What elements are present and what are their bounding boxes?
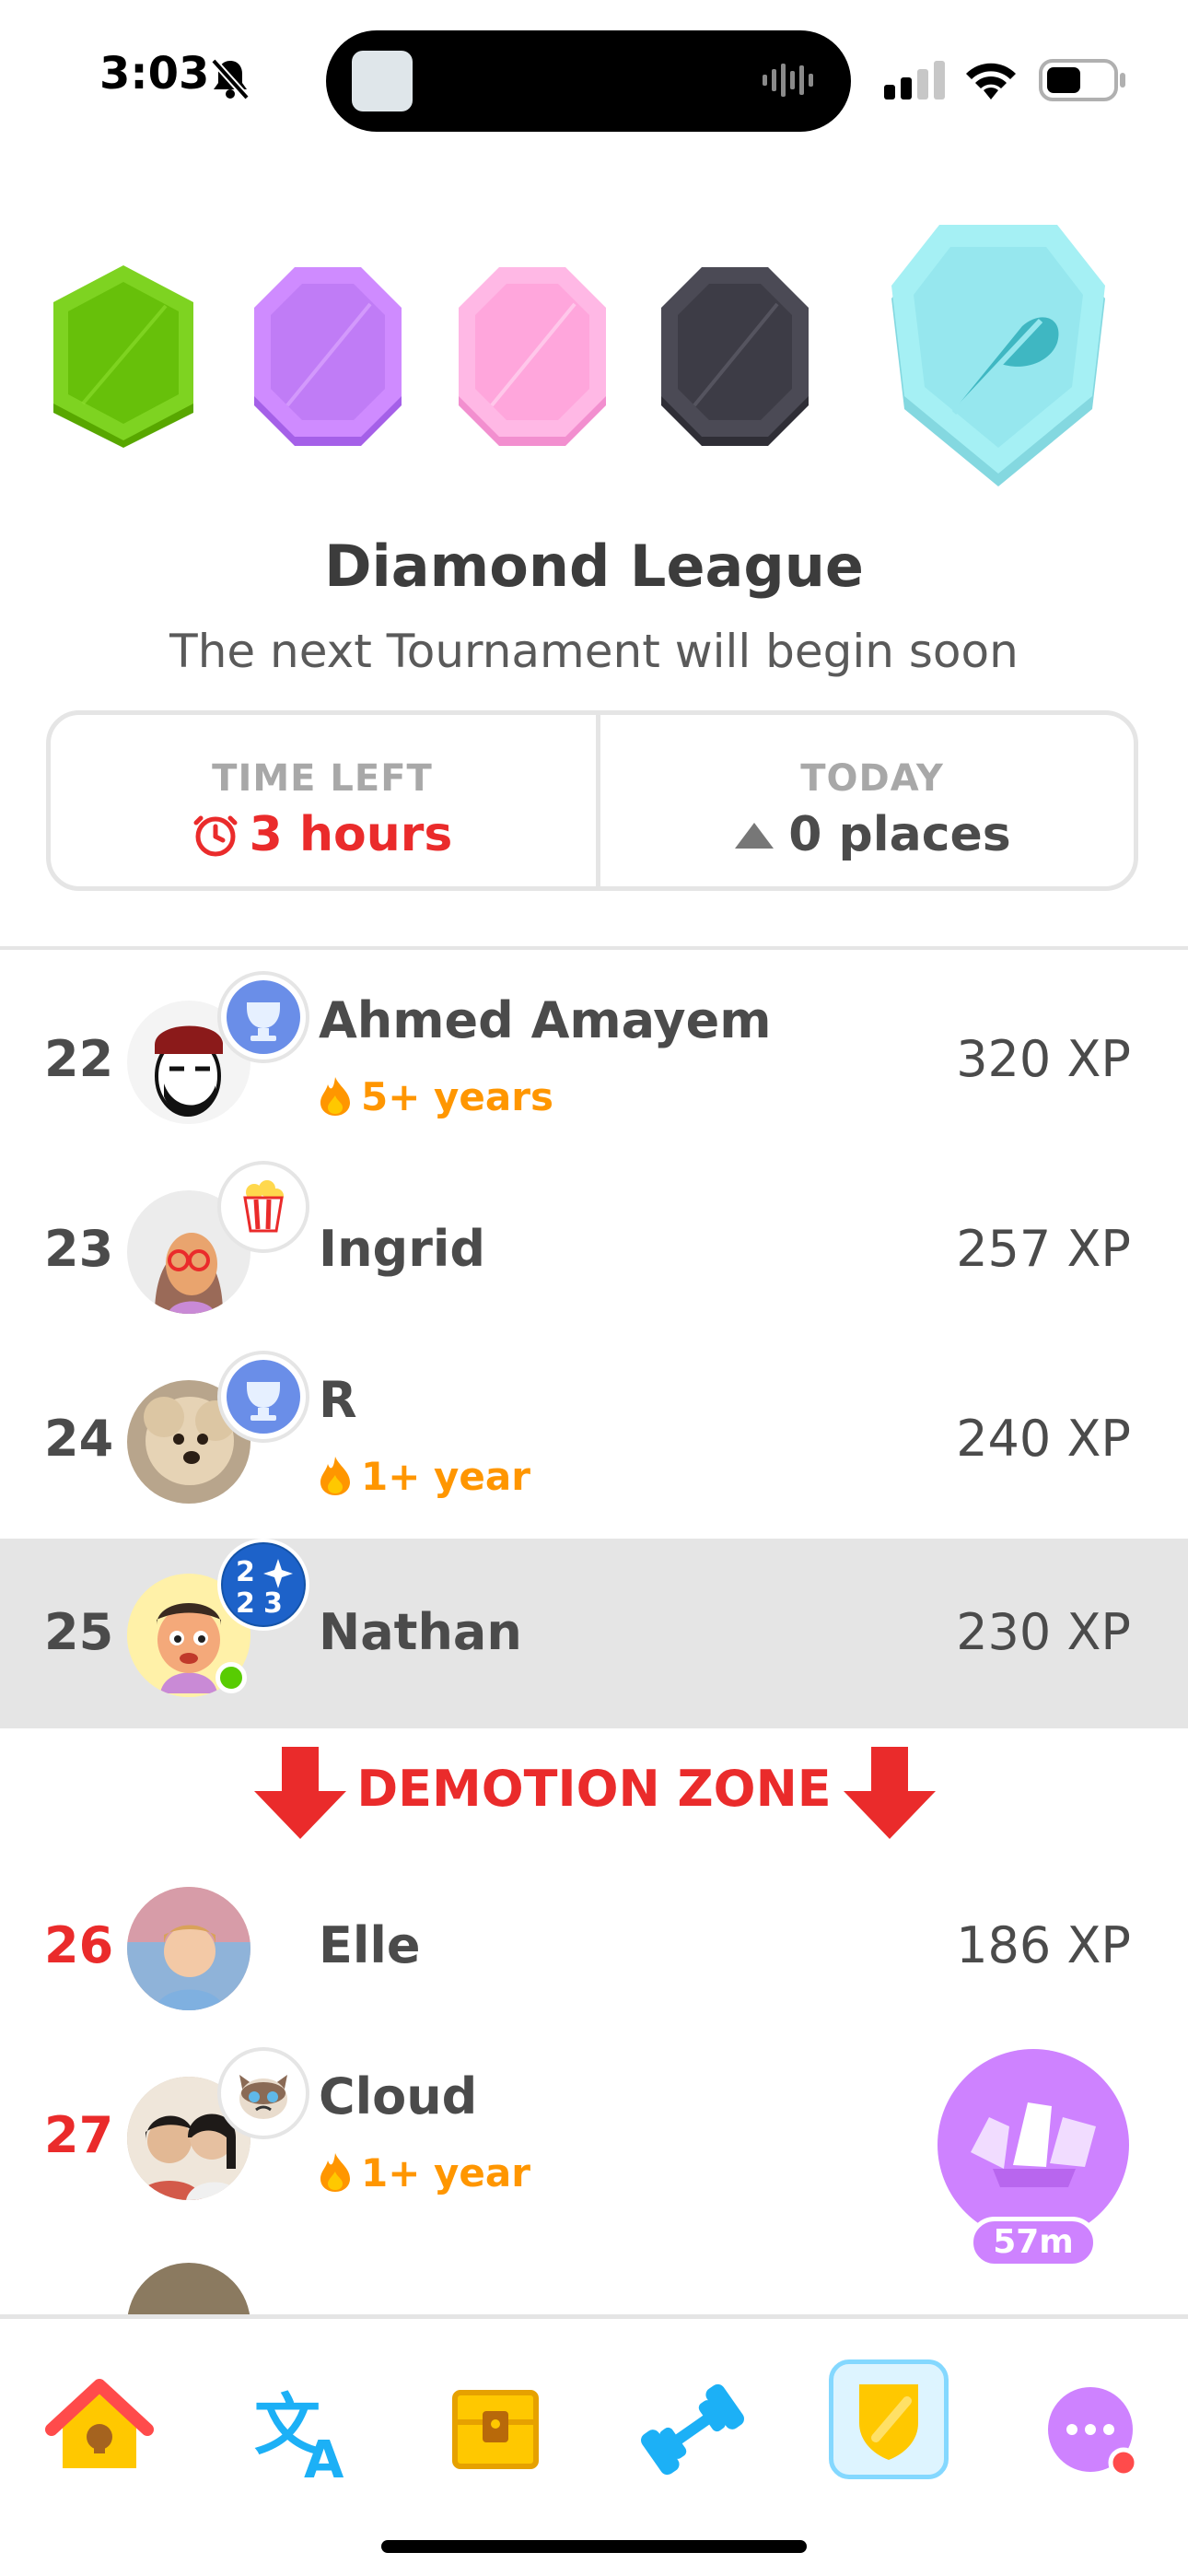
demotion-zone-label: DEMOTION ZONE [356, 1760, 832, 1818]
svg-text:3: 3 [263, 1587, 283, 1620]
rank-number: 24 [44, 1410, 114, 1468]
next-row-avatar-partial [127, 2263, 250, 2318]
player-name: Elle [319, 1916, 421, 1974]
tab-leagues[interactable] [829, 2359, 949, 2479]
today-value: 0 places [600, 807, 1144, 862]
up-triangle-icon [735, 823, 775, 849]
player-name: Nathan [319, 1603, 522, 1661]
time-left-label: TIME LEFT [212, 757, 433, 800]
trophy-badge-icon [221, 975, 306, 1060]
down-arrow-icon [844, 1747, 936, 1839]
pearl-pink-badge-icon[interactable] [455, 267, 610, 448]
home-indicator [381, 2540, 807, 2553]
amethyst-badge-icon[interactable] [250, 267, 405, 448]
streak-text: 1+ year [361, 2150, 530, 2195]
today-text: 0 places [788, 807, 1011, 862]
more-icon [1048, 2387, 1139, 2478]
xp-value: 257 XP [956, 1220, 1131, 1278]
chest-timer-pill: 57m [969, 2217, 1098, 2268]
streak-text: 5+ years [361, 1074, 553, 1119]
time-left-value: 3 hours [51, 807, 594, 862]
rank-number: 22 [44, 1030, 114, 1088]
crystal-chest-icon [971, 2102, 1096, 2187]
flame-icon [320, 1457, 350, 1495]
tab-bar: 文 A [0, 2319, 1188, 2576]
streak-label: 1+ year [319, 1454, 530, 1499]
xp-value: 320 XP [956, 1030, 1131, 1088]
diamond-badge-icon[interactable] [884, 225, 1112, 488]
year-2023-badge-icon: 223 [221, 1542, 306, 1627]
wifi-icon [966, 63, 1016, 100]
rank-number: 23 [44, 1220, 114, 1278]
streak-label: 1+ year [319, 2150, 530, 2195]
xp-value: 230 XP [956, 1603, 1131, 1661]
clock-icon [193, 815, 238, 857]
now-playing-thumbnail [352, 51, 413, 111]
tournament-info-box: TIME LEFT 3 hours TODAY 0 places [46, 710, 1138, 891]
leaderboard-row-current-user[interactable]: 25 223 Nathan 230 XP [0, 1539, 1188, 1728]
shield-icon [859, 2384, 918, 2460]
dumbbell-icon [640, 2383, 745, 2476]
tab-more[interactable] [1026, 2365, 1155, 2494]
tab-translate[interactable]: 文 A [234, 2365, 363, 2494]
obsidian-badge-icon[interactable] [658, 267, 812, 448]
cellular-signal-icon [884, 61, 945, 100]
rank-number: 27 [44, 2106, 114, 2164]
dynamic-island[interactable] [326, 30, 851, 132]
streak-label: 5+ years [319, 1074, 553, 1119]
flame-icon [320, 1077, 350, 1116]
leaderboard-row[interactable]: 22 Ahmed Amayem 5+ years 320 XP [0, 966, 1188, 1155]
flame-icon [320, 2153, 350, 2192]
tab-home[interactable] [35, 2365, 164, 2494]
trophy-badge-icon [221, 1354, 306, 1439]
home-icon [45, 2379, 154, 2468]
rank-number: 25 [44, 1603, 114, 1661]
popcorn-badge-icon [221, 1165, 306, 1249]
translate-icon: 文 A [254, 2386, 344, 2490]
svg-text:2: 2 [236, 1556, 255, 1588]
player-name: Ahmed Amayem [319, 991, 772, 1049]
list-divider [0, 946, 1188, 950]
player-name: Ingrid [319, 1220, 485, 1278]
today-label: TODAY [800, 757, 944, 800]
grumpy-cat-badge-icon [221, 2051, 306, 2136]
league-title: Diamond League [324, 533, 864, 600]
audio-wave-icon [763, 64, 813, 97]
streak-text: 1+ year [361, 1454, 530, 1499]
time-left-text: 3 hours [249, 807, 453, 862]
demotion-zone-divider: DEMOTION ZONE [0, 1730, 1188, 1850]
xp-value: 186 XP [956, 1916, 1131, 1974]
tab-practice[interactable] [628, 2365, 757, 2494]
battery-icon [1039, 59, 1125, 101]
tab-treasure[interactable] [431, 2365, 560, 2494]
svg-text:A: A [304, 2430, 344, 2490]
status-time: 3:03 [99, 48, 210, 100]
leaderboard-row[interactable]: 24 R 1+ year 240 XP [0, 1345, 1188, 1535]
player-name: Cloud [319, 2067, 478, 2125]
bell-slash-icon [211, 58, 250, 100]
bronze-green-badge-icon[interactable] [46, 265, 201, 448]
online-status-dot [215, 1662, 247, 1693]
xp-boost-chest-button[interactable] [938, 2049, 1129, 2241]
rank-number: 26 [44, 1916, 114, 1974]
svg-text:2: 2 [236, 1587, 255, 1620]
player-name: R [319, 1371, 357, 1429]
avatar [127, 1887, 250, 2010]
leaderboard-row[interactable]: 23 Ingrid 257 XP [0, 1155, 1188, 1345]
xp-value: 240 XP [956, 1410, 1131, 1468]
league-subtitle: The next Tournament will begin soon [169, 625, 1019, 678]
treasure-chest-icon [452, 2390, 539, 2469]
leaderboard-row[interactable]: 26 Elle 186 XP [0, 1852, 1188, 2042]
